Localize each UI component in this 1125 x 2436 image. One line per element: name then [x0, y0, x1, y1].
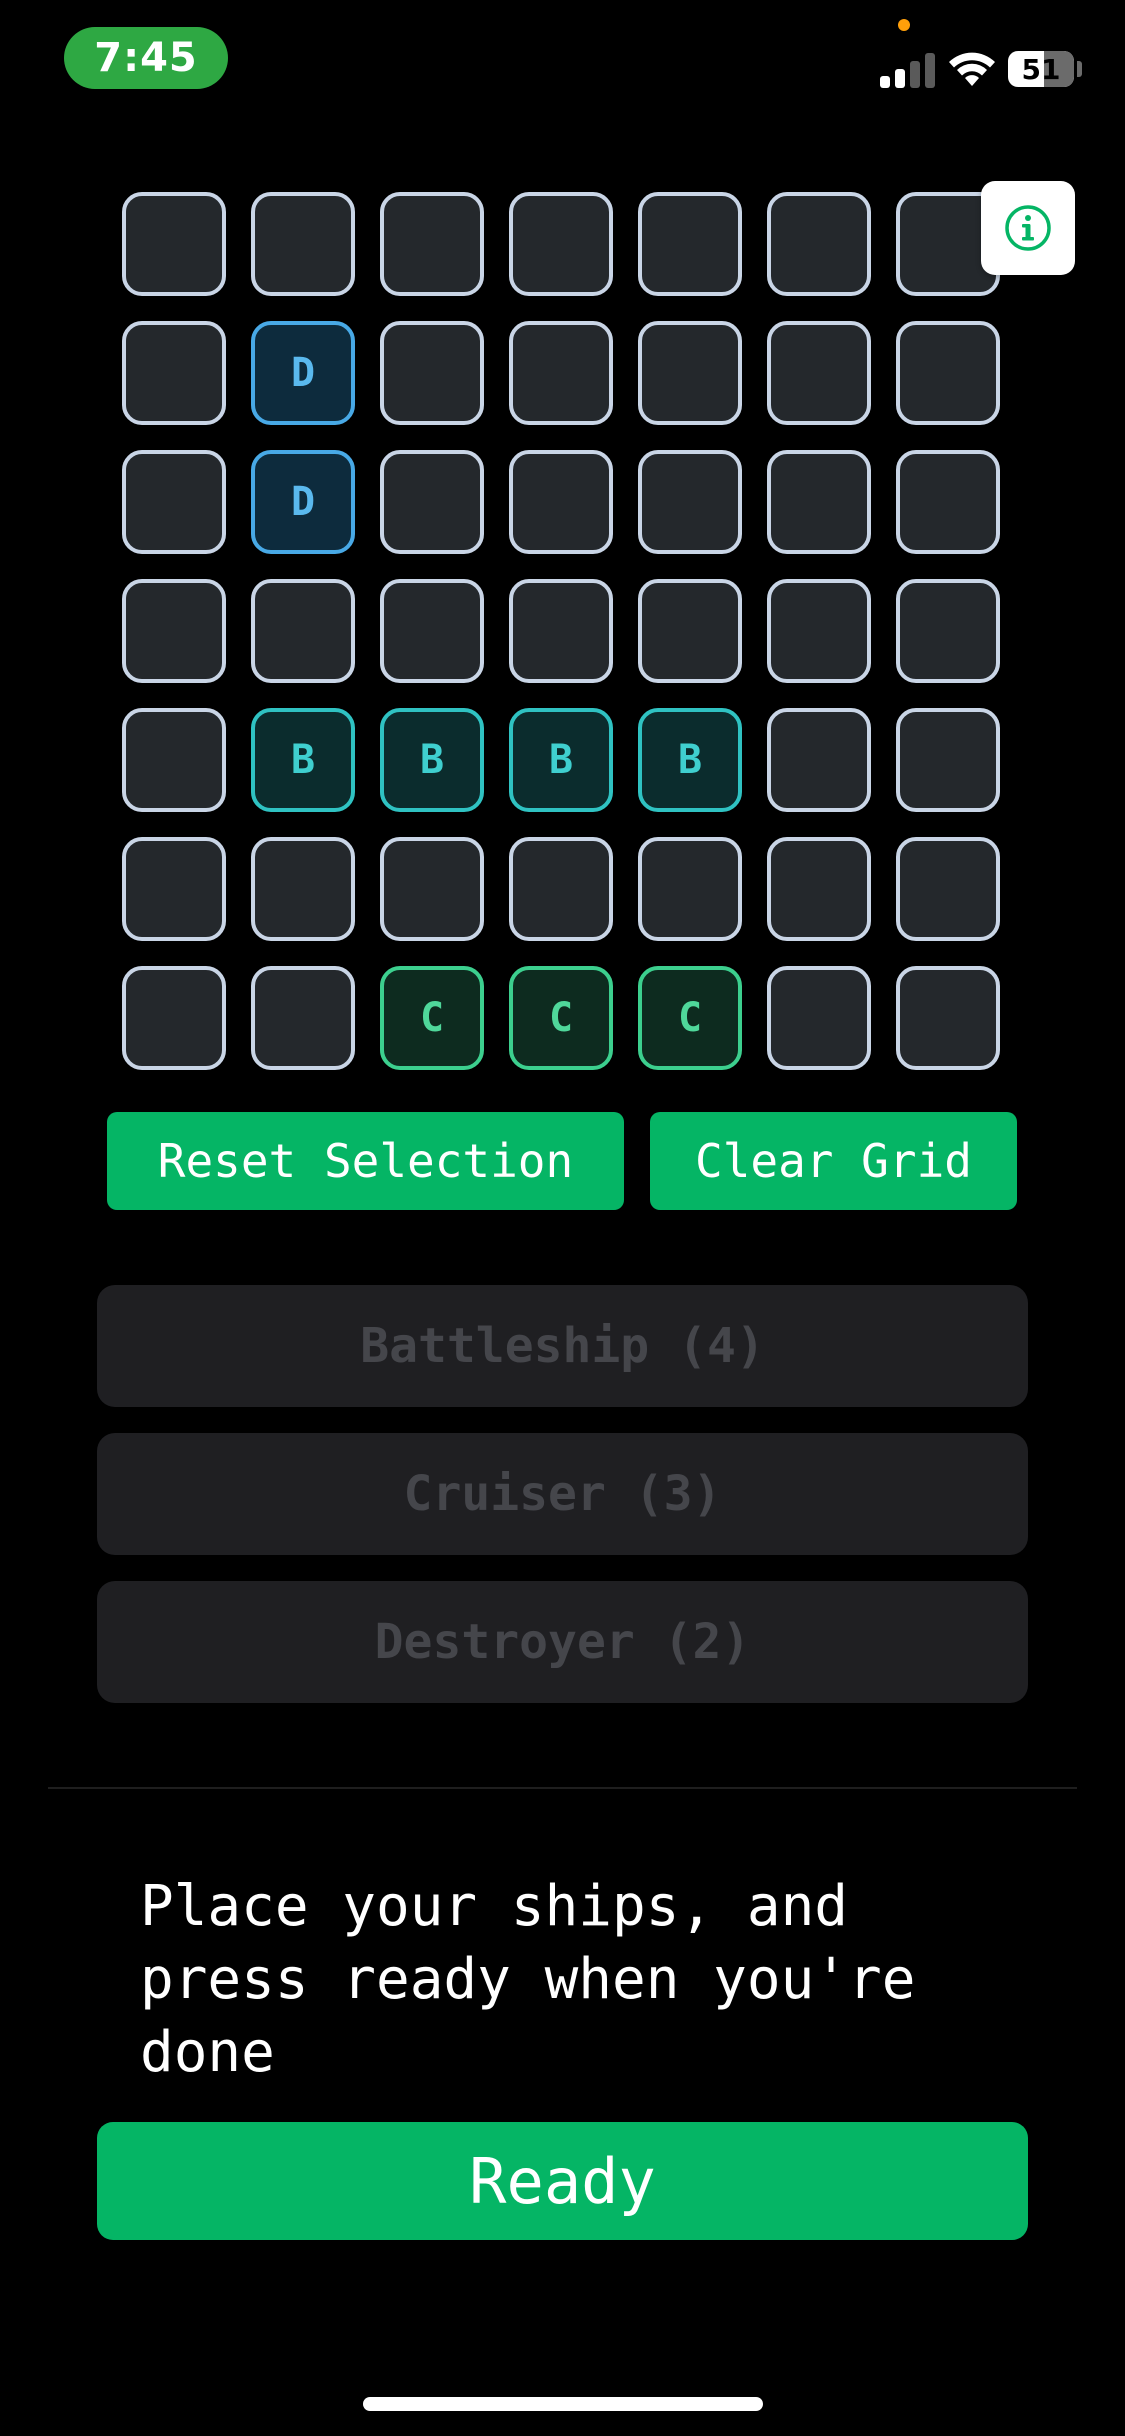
grid-cell[interactable] — [638, 837, 742, 941]
grid-cell[interactable] — [380, 579, 484, 683]
grid-cell[interactable] — [767, 579, 871, 683]
grid-cell[interactable] — [767, 321, 871, 425]
grid-cell[interactable] — [638, 321, 742, 425]
grid-cell[interactable] — [251, 837, 355, 941]
grid-cell[interactable] — [896, 966, 1000, 1070]
grid-cell[interactable] — [767, 450, 871, 554]
ready-button[interactable]: Ready — [97, 2122, 1028, 2240]
grid-cell[interactable] — [509, 837, 613, 941]
grid-cell-ship[interactable]: B — [380, 708, 484, 812]
grid-cell[interactable] — [509, 192, 613, 296]
reset-selection-button[interactable]: Reset Selection — [107, 1112, 624, 1210]
grid-cell[interactable] — [251, 966, 355, 1070]
home-indicator[interactable] — [363, 2397, 763, 2411]
grid-cell-ship[interactable]: B — [509, 708, 613, 812]
grid-cell[interactable] — [638, 450, 742, 554]
ship-destroyer-button[interactable]: Destroyer (2) — [97, 1581, 1028, 1703]
battery-level: 51 — [1021, 52, 1061, 86]
grid-cell[interactable] — [767, 966, 871, 1070]
grid-cell[interactable] — [122, 966, 226, 1070]
status-time: 7:45 — [64, 27, 228, 89]
microphone-indicator — [898, 19, 910, 31]
grid-cell[interactable] — [896, 579, 1000, 683]
grid-cell[interactable] — [767, 192, 871, 296]
grid-cell[interactable] — [122, 450, 226, 554]
grid-cell-ship[interactable]: B — [251, 708, 355, 812]
grid-cell[interactable] — [380, 450, 484, 554]
instructions-text: Place your ships, and press ready when y… — [140, 1874, 950, 2085]
grid-cell[interactable] — [122, 192, 226, 296]
grid-cell[interactable] — [896, 708, 1000, 812]
battery-cap — [1077, 61, 1082, 77]
grid-cell[interactable] — [767, 837, 871, 941]
grid-cell[interactable] — [380, 837, 484, 941]
divider — [48, 1787, 1077, 1789]
grid-cell-ship[interactable]: C — [380, 966, 484, 1070]
cellular-signal-icon — [880, 50, 936, 88]
grid-cell[interactable] — [638, 579, 742, 683]
grid-cell[interactable] — [251, 192, 355, 296]
grid-cell[interactable] — [767, 708, 871, 812]
grid-cell[interactable] — [509, 321, 613, 425]
battery-icon: 51 — [1008, 51, 1074, 87]
grid-cell[interactable] — [251, 579, 355, 683]
grid-cell[interactable] — [122, 579, 226, 683]
grid-cell[interactable] — [896, 837, 1000, 941]
grid-cell[interactable] — [122, 837, 226, 941]
grid-cell-ship[interactable]: D — [251, 450, 355, 554]
wifi-icon — [949, 52, 995, 86]
grid-cell-ship[interactable]: C — [638, 966, 742, 1070]
ship-placement-grid: DDBBBBCCC — [122, 192, 1004, 1074]
grid-cell[interactable] — [509, 450, 613, 554]
info-button[interactable] — [981, 181, 1075, 275]
ship-cruiser-button[interactable]: Cruiser (3) — [97, 1433, 1028, 1555]
grid-cell[interactable] — [509, 579, 613, 683]
grid-cell-ship[interactable]: C — [509, 966, 613, 1070]
grid-cell[interactable] — [122, 321, 226, 425]
clear-grid-button[interactable]: Clear Grid — [650, 1112, 1017, 1210]
grid-cell[interactable] — [380, 192, 484, 296]
info-circle-icon — [1005, 205, 1051, 251]
ship-battleship-button[interactable]: Battleship (4) — [97, 1285, 1028, 1407]
grid-cell[interactable] — [896, 321, 1000, 425]
grid-cell[interactable] — [896, 450, 1000, 554]
grid-cell[interactable] — [122, 708, 226, 812]
grid-cell-ship[interactable]: D — [251, 321, 355, 425]
grid-cell-ship[interactable]: B — [638, 708, 742, 812]
grid-cell[interactable] — [380, 321, 484, 425]
grid-cell[interactable] — [638, 192, 742, 296]
